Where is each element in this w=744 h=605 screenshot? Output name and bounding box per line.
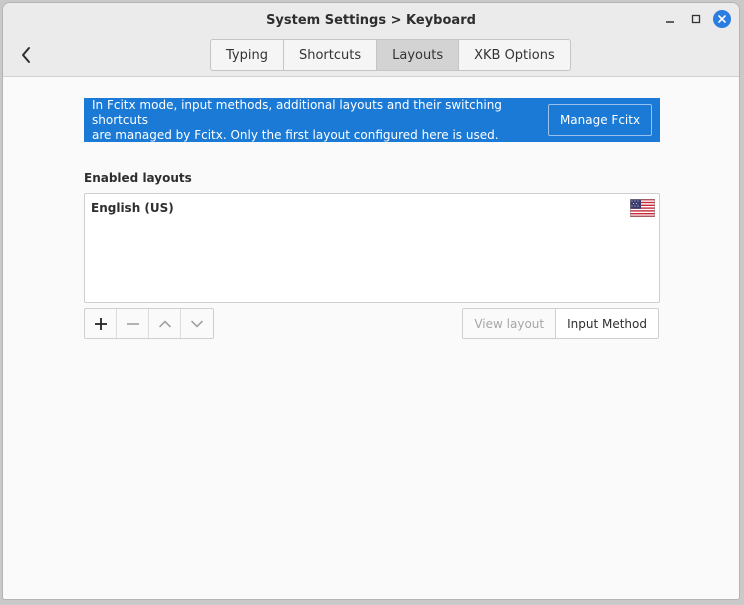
view-layout-button[interactable]: View layout [463, 309, 557, 338]
add-layout-button[interactable] [85, 309, 117, 338]
move-down-button[interactable] [181, 309, 213, 338]
close-icon [718, 15, 726, 23]
maximize-icon [691, 14, 701, 24]
remove-icon [126, 322, 139, 325]
tab-shortcuts[interactable]: Shortcuts [284, 40, 378, 70]
minimize-icon [666, 21, 674, 23]
close-button[interactable] [713, 10, 731, 28]
list-item[interactable]: English (US) [85, 194, 659, 222]
move-down-icon [190, 319, 204, 328]
tab-bar: Typing Shortcuts Layouts XKB Options [210, 39, 571, 71]
us-flag-icon [630, 199, 655, 217]
add-icon [94, 317, 107, 330]
maximize-button[interactable] [687, 10, 705, 28]
layout-list-toolbar [84, 308, 214, 339]
tab-typing[interactable]: Typing [211, 40, 284, 70]
input-method-button[interactable]: Input Method [556, 309, 658, 338]
move-up-icon [158, 319, 171, 328]
banner-message: In Fcitx mode, input methods, additional… [92, 98, 548, 143]
window-controls [661, 10, 731, 28]
header-bar: System Settings > Keyboard Typing Shortc… [3, 3, 739, 77]
move-up-button[interactable] [149, 309, 181, 338]
enabled-layouts-label: Enabled layouts [84, 171, 192, 185]
fcitx-info-banner: In Fcitx mode, input methods, additional… [84, 98, 660, 142]
layout-actions: View layout Input Method [462, 308, 659, 339]
banner-line-1: In Fcitx mode, input methods, additional… [92, 97, 502, 127]
remove-layout-button[interactable] [117, 309, 149, 338]
window-title: System Settings > Keyboard [266, 13, 476, 28]
chevron-left-icon [22, 47, 30, 63]
tab-xkb-options[interactable]: XKB Options [459, 40, 570, 70]
layout-list[interactable]: English (US) [84, 193, 660, 303]
minimize-button[interactable] [661, 10, 679, 28]
banner-line-2: are managed by Fcitx. Only the first lay… [92, 127, 499, 142]
tab-layouts[interactable]: Layouts [377, 40, 460, 70]
manage-fcitx-button[interactable]: Manage Fcitx [548, 104, 652, 136]
settings-window: System Settings > Keyboard Typing Shortc… [2, 2, 740, 600]
back-button[interactable] [13, 41, 39, 69]
layout-name: English (US) [91, 201, 174, 215]
